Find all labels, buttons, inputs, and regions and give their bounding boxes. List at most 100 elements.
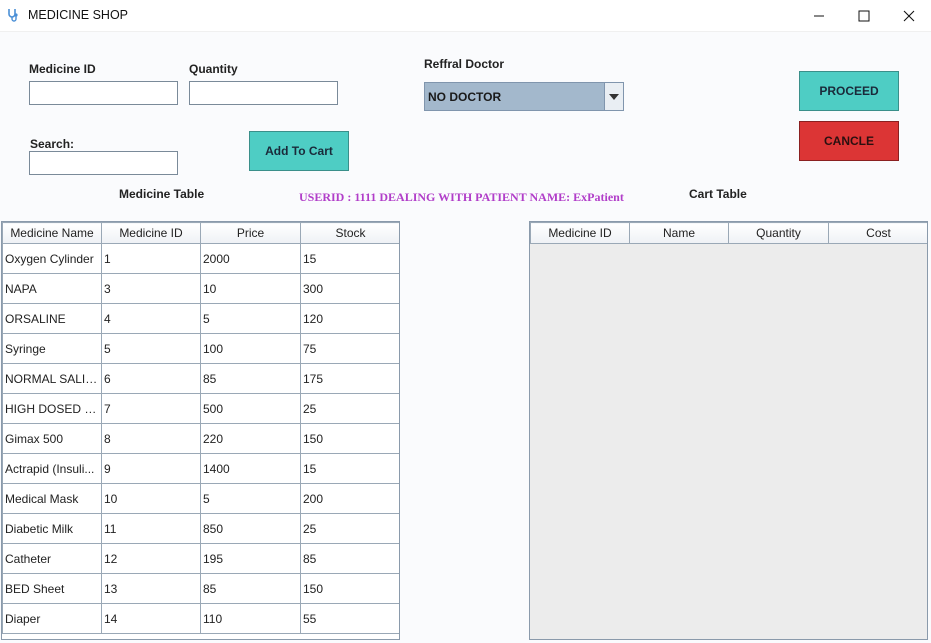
- maximize-icon: [858, 10, 870, 21]
- table-cell[interactable]: 25: [300, 393, 399, 424]
- doctor-select[interactable]: NO DOCTOR: [424, 82, 624, 111]
- table-cell[interactable]: 85: [200, 573, 301, 604]
- medicine-table-column-header[interactable]: Medicine ID: [101, 222, 201, 244]
- table-cell[interactable]: 5: [101, 333, 201, 364]
- table-row[interactable]: NAPA 3 10 300: [2, 273, 399, 304]
- table-cell[interactable]: 10: [200, 273, 301, 304]
- cart-table: Medicine ID Name Quantity Cost: [530, 222, 927, 244]
- table-cell[interactable]: 14: [101, 603, 201, 634]
- stethoscope-icon: [8, 9, 18, 22]
- table-cell[interactable]: 15: [300, 453, 399, 484]
- maximize-button[interactable]: [841, 0, 887, 31]
- window-title: MEDICINE SHOP: [28, 8, 129, 22]
- table-cell[interactable]: 6: [101, 363, 201, 394]
- table-cell[interactable]: 175: [300, 363, 399, 394]
- table-row[interactable]: Oxygen Cylinder 1 2000 15: [2, 243, 399, 274]
- table-row[interactable]: ORSALINE 4 5 120: [2, 303, 399, 334]
- table-cell[interactable]: 1400: [200, 453, 301, 484]
- table-cell[interactable]: 4: [101, 303, 201, 334]
- table-cell[interactable]: Syringe: [2, 333, 102, 364]
- table-cell[interactable]: 200: [300, 483, 399, 514]
- table-cell[interactable]: 195: [200, 543, 301, 574]
- table-cell[interactable]: 2000: [200, 243, 301, 274]
- table-cell[interactable]: 11: [101, 513, 201, 544]
- table-row[interactable]: BED Sheet 13 85 150: [2, 573, 399, 604]
- medicine-table: Medicine Name Medicine ID Price Stock Oxyge…: [2, 222, 399, 634]
- medicine-table-column-header[interactable]: Medicine Name: [2, 222, 102, 244]
- cart-table-column-header[interactable]: Quantity: [728, 222, 829, 244]
- table-cell[interactable]: 75: [300, 333, 399, 364]
- table-cell[interactable]: 10: [101, 483, 201, 514]
- table-cell[interactable]: Gimax 500: [2, 423, 102, 454]
- table-cell[interactable]: 85: [200, 363, 301, 394]
- minimize-button[interactable]: [796, 0, 842, 31]
- user-info: USERID : 1111 DEALING WITH PATIENT NAME:…: [299, 190, 624, 204]
- close-button[interactable]: [886, 0, 931, 31]
- table-cell[interactable]: 85: [300, 543, 399, 574]
- title-bar: MEDICINE SHOP: [0, 0, 931, 32]
- table-cell[interactable]: 300: [300, 273, 399, 304]
- table-cell[interactable]: 15: [300, 243, 399, 274]
- table-cell[interactable]: 110: [200, 603, 301, 634]
- medicine-table-container: Medicine Name Medicine ID Price Stock Oxyge…: [1, 221, 400, 640]
- table-cell[interactable]: 3: [101, 273, 201, 304]
- cart-table-column-header[interactable]: Cost: [828, 222, 927, 244]
- cart-table-title: Cart Table: [689, 187, 747, 201]
- table-row[interactable]: Medical Mask 10 5 200: [2, 483, 399, 514]
- table-cell[interactable]: 12: [101, 543, 201, 574]
- table-cell[interactable]: NAPA: [2, 273, 102, 304]
- cart-table-header: Medicine ID Name Quantity Cost: [530, 222, 927, 244]
- close-icon: [903, 10, 915, 21]
- medicine-table-column-header[interactable]: Stock: [300, 222, 399, 244]
- table-cell[interactable]: 150: [300, 423, 399, 454]
- table-cell[interactable]: Diaper: [2, 603, 102, 634]
- table-row[interactable]: Actrapid (Insuli... 9 1400 15: [2, 453, 399, 484]
- table-cell[interactable]: 5: [200, 303, 301, 334]
- table-cell[interactable]: BED Sheet: [2, 573, 102, 604]
- table-row[interactable]: Diaper 14 110 55: [2, 603, 399, 634]
- table-cell[interactable]: 9: [101, 453, 201, 484]
- minimize-icon: [814, 15, 824, 16]
- table-cell[interactable]: 8: [101, 423, 201, 454]
- table-cell[interactable]: Diabetic Milk: [2, 513, 102, 544]
- table-cell[interactable]: Actrapid (Insuli...: [2, 453, 102, 484]
- table-cell[interactable]: 850: [200, 513, 301, 544]
- table-row[interactable]: NORMAL SALINE 6 85 175: [2, 363, 399, 394]
- table-row[interactable]: Gimax 500 8 220 150: [2, 423, 399, 454]
- table-cell[interactable]: ORSALINE: [2, 303, 102, 334]
- table-cell[interactable]: 120: [300, 303, 399, 334]
- medicine-table-title: Medicine Table: [119, 187, 205, 201]
- table-row[interactable]: Syringe 5 100 75: [2, 333, 399, 364]
- medicine-table-column-header[interactable]: Price: [200, 222, 301, 244]
- table-cell[interactable]: 25: [300, 513, 399, 544]
- table-row[interactable]: HIGH DOSED S... 7 500 25: [2, 393, 399, 424]
- cancel-button[interactable]: CANCLE: [799, 121, 899, 161]
- table-row[interactable]: Diabetic Milk 11 850 25: [2, 513, 399, 544]
- table-cell[interactable]: 55: [300, 603, 399, 634]
- medicine-id-input[interactable]: [29, 81, 178, 105]
- table-cell[interactable]: 7: [101, 393, 201, 424]
- cart-table-container: Medicine ID Name Quantity Cost: [529, 221, 928, 640]
- cart-table-column-header[interactable]: Name: [629, 222, 729, 244]
- table-cell[interactable]: NORMAL SALINE: [2, 363, 102, 394]
- medicine-table-header: Medicine Name Medicine ID Price Stock: [2, 222, 399, 244]
- table-cell[interactable]: Oxygen Cylinder: [2, 243, 102, 274]
- table-row[interactable]: Catheter 12 195 85: [2, 543, 399, 574]
- table-cell[interactable]: 150: [300, 573, 399, 604]
- table-cell[interactable]: 13: [101, 573, 201, 604]
- table-cell[interactable]: Catheter: [2, 543, 102, 574]
- table-cell[interactable]: 100: [200, 333, 301, 364]
- table-cell[interactable]: Medical Mask: [2, 483, 102, 514]
- table-cell[interactable]: HIGH DOSED S...: [2, 393, 102, 424]
- table-cell[interactable]: 1: [101, 243, 201, 274]
- table-cell[interactable]: 220: [200, 423, 301, 454]
- table-cell[interactable]: 5: [200, 483, 301, 514]
- search-input[interactable]: [29, 151, 178, 175]
- proceed-button[interactable]: PROCEED: [799, 71, 899, 111]
- table-cell[interactable]: 500: [200, 393, 301, 424]
- quantity-input[interactable]: [189, 81, 338, 105]
- cart-table-column-header[interactable]: Medicine ID: [530, 222, 630, 244]
- add-to-cart-button[interactable]: Add To Cart: [249, 131, 349, 171]
- doctor-label: Reffral Doctor: [424, 57, 505, 71]
- chevron-down-icon[interactable]: [604, 83, 623, 110]
